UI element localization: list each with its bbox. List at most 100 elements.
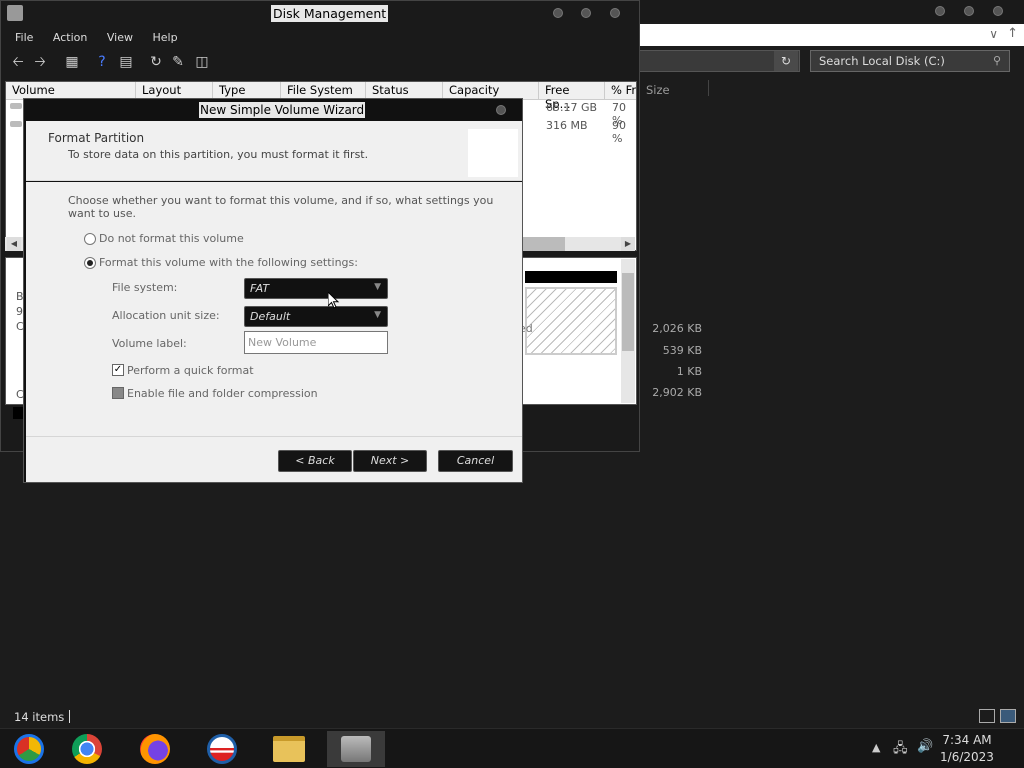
up-arrow-icon[interactable]: ↑: [1007, 26, 1018, 41]
disk-management-icon: [341, 736, 371, 762]
properties-icon[interactable]: ▤: [117, 53, 135, 71]
mouse-cursor-icon: [328, 292, 340, 309]
back-button[interactable]: < Back: [278, 450, 352, 472]
search-input[interactable]: Search Local Disk (C:): [810, 50, 1010, 72]
dialog-title: New Simple Volume Wizard: [199, 102, 366, 118]
radio-format-volume[interactable]: [84, 257, 96, 269]
chrome-icon: [72, 734, 102, 764]
window-title: Disk Management: [271, 5, 389, 22]
partition-header-bar: [525, 271, 617, 283]
close-icon[interactable]: [496, 105, 506, 115]
list-item-size: 2,026 KB: [652, 322, 702, 335]
divider: [26, 436, 522, 437]
clock-time: 7:34 AM: [942, 733, 992, 747]
unallocated-partition[interactable]: [525, 287, 617, 355]
scroll-left-icon[interactable]: ◀: [7, 237, 21, 251]
volume-icon: [10, 103, 22, 109]
volume-icon: [10, 121, 22, 127]
taskbar-app[interactable]: [58, 731, 116, 767]
details-view-icon[interactable]: [979, 709, 995, 723]
chevron-down-icon: ▼: [374, 310, 381, 320]
volume-label-label: Volume label:: [112, 337, 187, 350]
taskbar-app-active[interactable]: [327, 731, 385, 767]
page-subtitle: To store data on this partition, you mus…: [68, 148, 369, 161]
minimize-icon[interactable]: [935, 6, 945, 16]
radio-do-not-format-label[interactable]: Do not format this volume: [99, 232, 244, 245]
file-explorer-icon: [273, 736, 305, 762]
cancel-button[interactable]: Cancel: [438, 450, 513, 472]
instruction-text: Choose whether you want to format this v…: [68, 194, 494, 220]
page-title: Format Partition: [48, 131, 145, 145]
firefox-icon: [140, 734, 170, 764]
status-divider: [69, 710, 70, 723]
scrollbar-thumb[interactable]: [521, 237, 565, 251]
menu-action[interactable]: Action: [45, 27, 95, 44]
toolbar: 🡠 🡢 ▦ ? ▤ ↻ ✎ ◫: [1, 51, 641, 73]
chevron-down-icon: ▼: [374, 282, 381, 292]
taskbar-app[interactable]: [260, 731, 318, 767]
table-cell-free-space: 316 MB: [546, 119, 588, 132]
allocation-unit-size-label: Allocation unit size:: [112, 309, 220, 322]
menu-file[interactable]: File: [1, 27, 41, 44]
allocation-unit-size-value: Default: [250, 310, 291, 323]
close-icon[interactable]: [993, 6, 1003, 16]
menu-view[interactable]: View: [99, 27, 141, 44]
show-hidden-icons-icon[interactable]: ▲: [872, 741, 880, 754]
disk-label: 9: [16, 305, 23, 318]
forward-arrow-icon[interactable]: 🡢: [31, 53, 49, 71]
menu-bar: File Action View Help: [1, 27, 641, 47]
file-system-label: File system:: [112, 281, 178, 294]
menu-help[interactable]: Help: [144, 27, 185, 44]
radio-do-not-format[interactable]: [84, 233, 96, 245]
scroll-right-icon[interactable]: ▶: [621, 237, 635, 251]
obama-logo-icon: [207, 734, 237, 764]
rescan-disks-icon[interactable]: ◫: [193, 53, 211, 71]
taskbar-app[interactable]: [0, 731, 58, 767]
column-divider: [708, 80, 709, 96]
compression-label[interactable]: Enable file and folder compression: [127, 387, 318, 400]
checkmark-icon: ✓: [113, 364, 123, 375]
list-item-size: 2,902 KB: [652, 386, 702, 399]
column-header-size[interactable]: Size: [646, 83, 670, 97]
scrollbar-thumb[interactable]: [622, 273, 634, 351]
legend-swatch: [13, 407, 23, 419]
maximize-icon[interactable]: [964, 6, 974, 16]
search-icon[interactable]: ⚲: [986, 51, 1008, 71]
table-cell-percent-free: 90 %: [612, 119, 626, 145]
disk-management-app-icon: [7, 5, 23, 21]
back-arrow-icon[interactable]: 🡠: [9, 53, 27, 71]
compression-checkbox[interactable]: [112, 387, 124, 399]
taskbar: ▲ 🖧 🔊 7:34 AM 1/6/2023: [0, 728, 1024, 768]
export-icon[interactable]: ✎: [169, 53, 187, 71]
large-icons-view-icon[interactable]: [1000, 709, 1016, 723]
system-clock[interactable]: 7:34 AM 1/6/2023: [932, 732, 1002, 766]
column-header-free-space[interactable]: Free Sp...: [539, 82, 605, 111]
address-bar[interactable]: ∨ ↑: [636, 24, 1024, 46]
file-system-value: FAT: [250, 282, 270, 295]
maximize-icon[interactable]: [581, 8, 591, 18]
refresh-icon[interactable]: ↻: [774, 51, 798, 71]
quick-format-label[interactable]: Perform a quick format: [127, 364, 254, 377]
network-icon[interactable]: 🖧: [893, 739, 908, 761]
chrome-canary-icon: [14, 734, 44, 764]
minimize-icon[interactable]: [553, 8, 563, 18]
volume-icon[interactable]: 🔊: [917, 739, 933, 754]
new-simple-volume-wizard: New Simple Volume Wizard Format Partitio…: [23, 98, 523, 483]
file-system-select[interactable]: FAT ▼: [244, 278, 388, 299]
clock-date: 1/6/2023: [940, 750, 994, 764]
allocation-unit-size-select[interactable]: Default ▼: [244, 306, 388, 327]
volume-label-input[interactable]: New Volume: [244, 331, 388, 354]
taskbar-app[interactable]: [193, 731, 251, 767]
next-button[interactable]: Next >: [353, 450, 427, 472]
refresh-icon[interactable]: ↻: [147, 53, 165, 71]
quick-format-checkbox[interactable]: ✓: [112, 364, 124, 376]
column-header-percent-free[interactable]: % Fr: [605, 82, 636, 100]
taskbar-app[interactable]: [126, 731, 184, 767]
help-icon[interactable]: ?: [93, 53, 111, 71]
list-item-size: 1 KB: [676, 365, 702, 378]
close-icon[interactable]: [610, 8, 620, 18]
wizard-body: Choose whether you want to format this v…: [26, 182, 522, 482]
radio-format-volume-label[interactable]: Format this volume with the following se…: [99, 256, 358, 269]
chevron-down-icon[interactable]: ∨: [989, 27, 998, 41]
show-hide-tree-icon[interactable]: ▦: [63, 53, 81, 71]
